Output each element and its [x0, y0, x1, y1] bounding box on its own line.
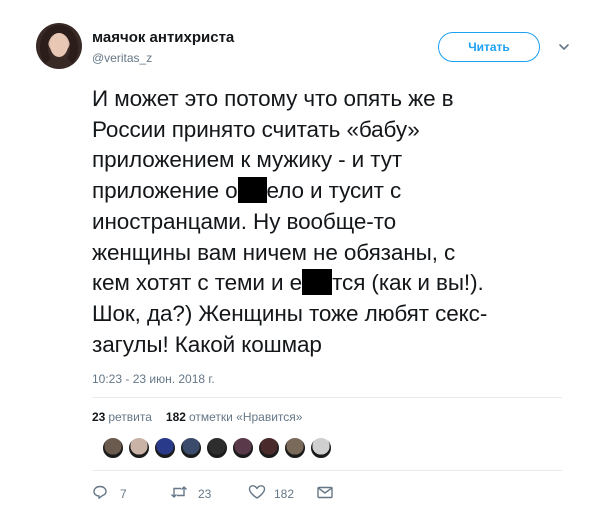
tweet-text-fragment: ело и тусит с — [266, 178, 402, 204]
tweet-text-line: кем хотят с теми и е тся (как и вы!). — [92, 268, 562, 299]
liker-avatar[interactable] — [180, 437, 202, 459]
like-count: 182 — [274, 487, 295, 501]
tweet-text-line: И может это потому что опять же в — [92, 86, 454, 111]
envelope-icon — [317, 486, 333, 499]
author-name[interactable]: маячок антихриста — [92, 29, 234, 46]
tweet-text-fragment: тся (как и вы!). — [332, 270, 484, 296]
liker-avatar[interactable] — [206, 437, 228, 459]
liker-avatar[interactable] — [102, 437, 124, 459]
retweets-label[interactable]: ретвита — [108, 410, 152, 424]
follow-button[interactable]: Читать — [438, 32, 540, 62]
liker-avatar[interactable] — [284, 437, 306, 459]
tweet-text-line: иностранцами. Ну вообще-то — [92, 208, 397, 234]
tweet-text-line: приложением к мужику - и тут — [92, 147, 403, 173]
reply-button[interactable]: 7 — [92, 484, 132, 504]
retweet-icon — [171, 486, 187, 498]
tweet-text: И может это потому что опять же в России… — [92, 84, 562, 360]
reply-icon — [93, 485, 107, 499]
liker-avatar[interactable] — [154, 437, 176, 459]
heart-icon — [248, 485, 266, 499]
retweets-count[interactable]: 23 — [92, 410, 105, 424]
tweet-text-line: приложение о ело и тусит с — [92, 176, 562, 207]
reply-count: 7 — [120, 487, 127, 501]
tweet-text-fragment: кем хотят с теми и е — [92, 270, 303, 296]
chevron-down-icon[interactable] — [557, 40, 571, 54]
liker-avatar[interactable] — [232, 437, 254, 459]
retweet-button[interactable]: 23 — [170, 484, 220, 504]
like-button[interactable]: 182 — [248, 484, 308, 504]
tweet-text-fragment: приложение о — [92, 178, 238, 204]
redaction-box — [237, 177, 267, 204]
tweet-stats: 23 ретвита 182 отметки «Нравится» — [92, 410, 302, 424]
retweet-count: 23 — [198, 487, 212, 501]
tweet-card: маячок антихриста @veritas_z Читать И мо… — [0, 0, 600, 525]
divider — [92, 397, 562, 398]
divider — [92, 470, 562, 471]
liker-avatar[interactable] — [128, 437, 150, 459]
liker-avatar[interactable] — [258, 437, 280, 459]
direct-message-button[interactable] — [316, 484, 334, 504]
avatar[interactable] — [36, 23, 82, 69]
tweet-text-line: женщины вам ничем не обязаны, с — [92, 239, 456, 265]
author-handle[interactable]: @veritas_z — [92, 51, 152, 65]
tweet-timestamp[interactable]: 10:23 - 23 июн. 2018 г. — [92, 372, 215, 386]
tweet-text-line: загулы! Какой кошмар — [92, 331, 322, 357]
liker-avatar[interactable] — [310, 437, 332, 459]
likes-count[interactable]: 182 — [166, 410, 186, 424]
avatar-face — [50, 33, 68, 57]
redaction-box — [302, 269, 333, 296]
tweet-text-line: Шок, да?) Женщины тоже любят секс- — [92, 300, 488, 326]
tweet-text-line: России принято считать «бабу» — [92, 116, 420, 142]
likes-label[interactable]: отметки «Нравится» — [189, 410, 303, 424]
